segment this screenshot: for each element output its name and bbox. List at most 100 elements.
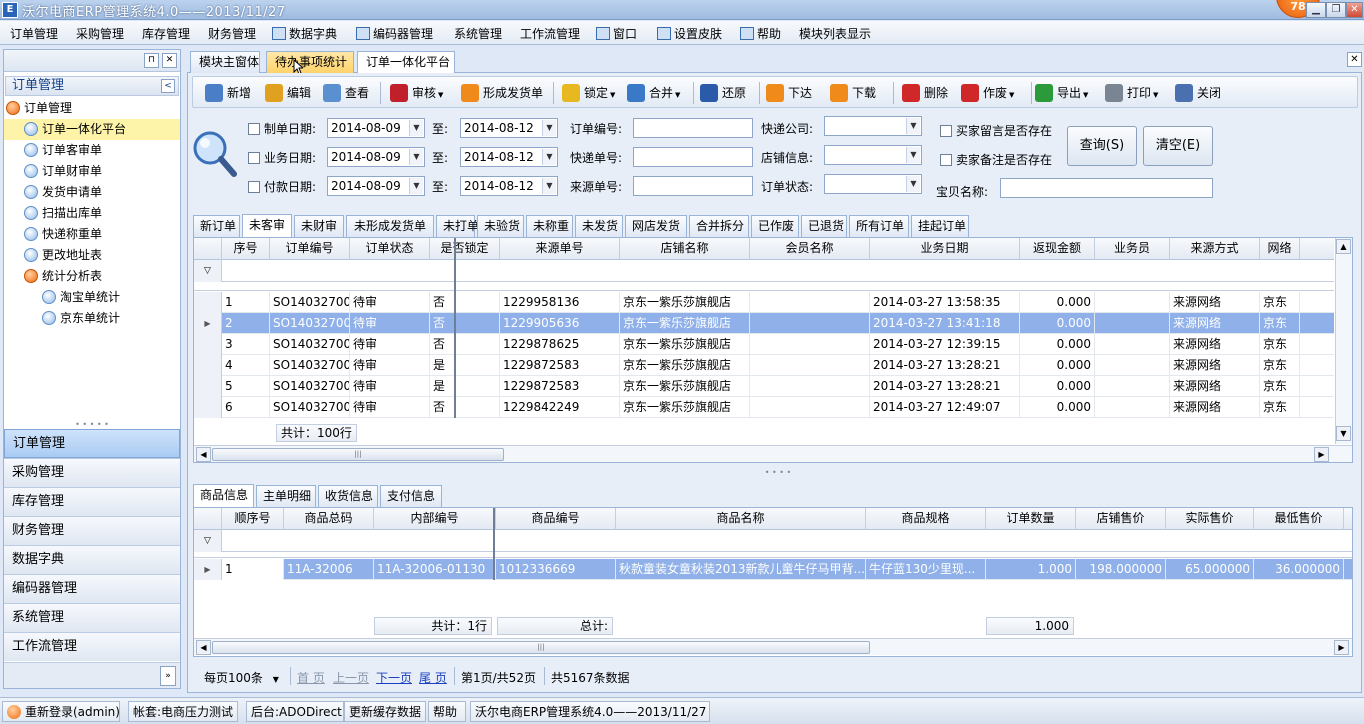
toolbar-delete-button[interactable]: 删除 — [902, 83, 948, 103]
order-row[interactable]: 1SO14032700024待审否1229958136京东一紫乐莎旗舰店 2014… — [194, 292, 1334, 313]
chevron-down-icon[interactable]: ▼ — [542, 120, 556, 136]
ordertabs-0[interactable]: 新订单 — [193, 215, 240, 237]
detailtabs-2[interactable]: 收货信息 — [318, 485, 378, 507]
menu-item-0[interactable]: 订单管理 — [10, 25, 58, 42]
left-panel-splitter[interactable]: • • • • • — [4, 421, 180, 429]
menu-item-1[interactable]: 采购管理 — [76, 25, 124, 42]
column-header[interactable]: 网络 — [1260, 238, 1300, 260]
tab-1[interactable]: 待办事项统计 — [266, 51, 354, 73]
column-header[interactable]: 内部编号 — [374, 508, 496, 530]
toolbar-view-button[interactable]: 查看 — [323, 83, 369, 103]
chevron-down-icon[interactable]: ▼ — [906, 176, 920, 192]
scroll-up-icon[interactable]: ▲ — [1336, 239, 1351, 254]
item-horizontal-scrollbar[interactable]: ◀ ||| ▶ — [194, 638, 1352, 655]
column-header[interactable]: 订单状态 — [350, 238, 430, 260]
column-header[interactable]: 来源方式 — [1170, 238, 1260, 260]
tree-node-8[interactable]: 统计分析表 — [4, 266, 180, 287]
detailtabs-3[interactable]: 支付信息 — [380, 485, 442, 507]
toolbar-arrow-down-button[interactable]: 形成发货单 — [461, 83, 543, 103]
buyer_msg-checkbox[interactable]: 买家留言是否存在 — [940, 122, 1052, 139]
nav-module-5[interactable]: 编码器管理 — [4, 574, 180, 603]
seller_note-checkbox[interactable]: 卖家备注是否存在 — [940, 151, 1052, 168]
tree-node-7[interactable]: 更改地址表 — [4, 245, 180, 266]
column-header[interactable]: 商品总码 — [284, 508, 374, 530]
pay_date-from-input[interactable]: 2014-08-09 ▼ — [327, 176, 425, 196]
menu-item-6[interactable]: 系统管理 — [454, 25, 502, 42]
tree-node-3[interactable]: 订单财审单 — [4, 161, 180, 182]
column-header[interactable]: 会员名称 — [750, 238, 870, 260]
nav-module-2[interactable]: 库存管理 — [4, 487, 180, 516]
toolbar-excel-button[interactable]: 导出 ▼ — [1035, 83, 1088, 105]
more-modules-icon[interactable]: » — [160, 666, 176, 686]
pay_date-to-input[interactable]: 2014-08-12 ▼ — [460, 176, 558, 196]
filter-row[interactable]: ▽ — [194, 530, 1352, 552]
scroll-thumb[interactable]: ||| — [212, 641, 870, 654]
per-page-select[interactable]: 每页100条 ▼ — [204, 669, 279, 686]
ordertabs-11[interactable]: 已退货 — [801, 215, 847, 237]
order-row[interactable]: 5SO14032700021待审是1229872583京东一紫乐莎旗舰店 2014… — [194, 376, 1334, 397]
chevron-down-icon[interactable]: ▼ — [542, 149, 556, 165]
express_co-select[interactable]: ▼ — [824, 116, 922, 136]
menu-item-4[interactable]: 数据字典 — [272, 25, 337, 42]
filter-icon[interactable]: ▽ — [194, 260, 222, 282]
column-header[interactable]: 来源单号 — [500, 238, 620, 260]
toolbar-restore-button[interactable]: 还原 — [700, 83, 746, 103]
order_status-select[interactable]: ▼ — [824, 174, 922, 194]
column-header[interactable]: 业务日期 — [870, 238, 1020, 260]
menu-item-9[interactable]: 设置皮肤 — [657, 25, 722, 42]
toolbar-add-button[interactable]: 新增 — [205, 83, 251, 103]
column-header[interactable]: 店铺售价 — [1076, 508, 1166, 530]
column-header[interactable]: 订单数量 — [986, 508, 1076, 530]
tree-node-9[interactable]: 淘宝单统计 — [4, 287, 180, 308]
column-header[interactable]: 返现金额 — [1020, 238, 1095, 260]
ordertabs-2[interactable]: 未财审 — [294, 215, 344, 237]
tab-2[interactable]: 订单一体化平台 — [357, 51, 455, 74]
grid-splitter[interactable]: • • • • — [748, 469, 808, 477]
toolbar-audit-button[interactable]: 审核 ▼ — [390, 83, 443, 105]
status-item-4[interactable]: 帮助 — [428, 701, 466, 722]
chevron-down-icon[interactable]: ▼ — [542, 178, 556, 194]
order-row[interactable]: ▶2SO14032700023待审否1229905636京东一紫乐莎旗舰店 201… — [194, 313, 1334, 334]
column-header[interactable]: 顺序号 — [222, 508, 284, 530]
close-tab-icon[interactable]: ✕ — [1347, 52, 1362, 67]
prev-page-link[interactable]: 上一页 — [333, 669, 369, 686]
filter-row[interactable]: ▽ — [194, 260, 1334, 282]
chevron-down-icon[interactable]: ▼ — [409, 120, 423, 136]
biz_date-from-input[interactable]: 2014-08-09 ▼ — [327, 147, 425, 167]
column-header[interactable]: 是否锁定 — [430, 238, 500, 260]
shop_info-select[interactable]: ▼ — [824, 145, 922, 165]
toolbar-print-button[interactable]: 打印 ▼ — [1105, 83, 1158, 105]
status-item-3[interactable]: 更新缓存数据 — [344, 701, 426, 722]
pay_date-checkbox[interactable]: 付款日期: — [248, 178, 316, 195]
detailtabs-0[interactable]: 商品信息 — [193, 484, 254, 507]
column-header[interactable]: 序号 — [222, 238, 270, 260]
status-item-0[interactable]: 重新登录(admin) — [2, 701, 120, 722]
scroll-down-icon[interactable]: ▼ — [1336, 426, 1351, 441]
tree-node-5[interactable]: 扫描出库单 — [4, 203, 180, 224]
tree-node-4[interactable]: 发货申请单 — [4, 182, 180, 203]
pin-icon[interactable]: ⊓ — [144, 53, 159, 68]
ordertabs-7[interactable]: 未发货 — [575, 215, 623, 237]
make_date-from-input[interactable]: 2014-08-09 ▼ — [327, 118, 425, 138]
scroll-right-icon[interactable]: ▶ — [1314, 447, 1329, 462]
nav-module-4[interactable]: 数据字典 — [4, 545, 180, 574]
tree-node-6[interactable]: 快递称重单 — [4, 224, 180, 245]
last-page-link[interactable]: 尾 页 — [419, 669, 447, 686]
chevron-down-icon[interactable]: ▼ — [906, 118, 920, 134]
ordertabs-5[interactable]: 未验货 — [477, 215, 524, 237]
column-header[interactable]: 商品编号 — [496, 508, 616, 530]
make_date-checkbox[interactable]: 制单日期: — [248, 120, 316, 137]
toolbar-arrow-down-button[interactable]: 下载 — [830, 83, 876, 103]
order-horizontal-scrollbar[interactable]: ◀ ||| ▶ — [194, 445, 1352, 462]
toolbar-close-button[interactable]: 关闭 — [1175, 83, 1221, 103]
scroll-left-icon[interactable]: ◀ — [196, 640, 211, 655]
column-header[interactable]: 商品名称 — [616, 508, 866, 530]
biz_date-to-input[interactable]: 2014-08-12 ▼ — [460, 147, 558, 167]
nav-module-3[interactable]: 财务管理 — [4, 516, 180, 545]
column-header[interactable]: 最低售价 — [1254, 508, 1344, 530]
nav-module-1[interactable]: 采购管理 — [4, 458, 180, 487]
restore-button[interactable]: ❐ — [1326, 2, 1346, 18]
order_no-input[interactable] — [633, 118, 753, 138]
ordertabs-4[interactable]: 未打单 — [436, 215, 479, 237]
collapse-left-icon[interactable]: < — [161, 79, 175, 93]
